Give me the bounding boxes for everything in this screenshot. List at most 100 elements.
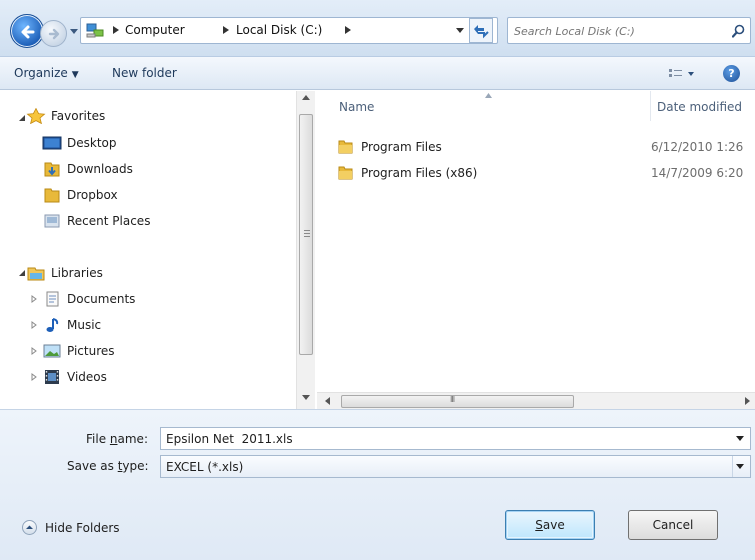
organize-button[interactable]: Organize ▼ [14, 66, 79, 80]
back-arrow-icon [21, 25, 35, 39]
file-list: Name Date modified Program Files 6/12/20… [317, 91, 755, 392]
file-name-label: File name: [86, 432, 148, 446]
column-divider[interactable] [650, 91, 651, 121]
breadcrumb-separator-icon[interactable] [223, 26, 229, 34]
grip-icon [304, 230, 310, 239]
nav-libraries[interactable]: Libraries [26, 263, 103, 283]
nav-favorites[interactable]: Favorites [26, 106, 105, 126]
file-row[interactable]: Program Files 6/12/2010 1:26 [335, 137, 755, 157]
save-as-type-value: EXCEL (*.xls) [166, 460, 244, 474]
label-text: File [86, 432, 110, 446]
breadcrumb-computer[interactable]: Computer [125, 23, 185, 37]
hide-folders-toggle[interactable]: Hide Folders [22, 520, 120, 535]
label-text: ame: [117, 432, 148, 446]
refresh-icon[interactable] [469, 18, 493, 43]
nav-item-label: Dropbox [67, 188, 118, 202]
collapsed-arrow-icon[interactable] [30, 295, 38, 303]
label-text: Save as [67, 459, 118, 473]
breadcrumb-separator-icon[interactable] [345, 26, 351, 34]
file-list-horizontal-scrollbar[interactable]: III [317, 392, 755, 409]
back-button[interactable] [10, 14, 44, 48]
forward-arrow-icon [48, 28, 60, 40]
libraries-icon [27, 267, 45, 281]
label-accelerator: n [109, 432, 118, 446]
file-name-combo[interactable] [160, 427, 751, 450]
save-label: ave [542, 518, 565, 532]
file-name: Program Files (x86) [361, 166, 478, 180]
recent-pages-dropdown-icon[interactable] [70, 27, 78, 35]
chevron-down-icon[interactable] [736, 464, 744, 469]
file-date: 6/12/2010 1:26 [651, 140, 744, 154]
search-icon[interactable] [732, 24, 745, 38]
expanded-arrow-icon[interactable] [18, 269, 26, 277]
nav-favorites-label: Favorites [51, 109, 106, 123]
collapsed-arrow-icon[interactable] [30, 373, 38, 381]
nav-item-desktop[interactable]: Desktop [42, 133, 117, 153]
column-header-name[interactable]: Name [339, 100, 374, 114]
save-options-panel: File name: Save as type: EXCEL (*.xls) H… [0, 409, 755, 560]
breadcrumb-separator-icon[interactable] [113, 26, 119, 34]
nav-item-label: Recent Places [67, 214, 151, 228]
sort-ascending-icon [485, 93, 492, 98]
scrollbar-thumb[interactable]: III [341, 395, 574, 408]
save-as-type-select[interactable]: EXCEL (*.xls) [160, 455, 751, 478]
nav-item-documents[interactable]: Documents [42, 289, 135, 309]
navigation-pane: Favorites Desktop Downloads Dropbox Rece… [0, 91, 316, 409]
scroll-down-icon[interactable] [302, 395, 310, 401]
file-name: Program Files [361, 140, 442, 154]
nav-item-music[interactable]: Music [42, 315, 101, 335]
collapsed-arrow-icon[interactable] [30, 347, 38, 355]
chevron-down-icon[interactable] [736, 436, 744, 441]
forward-button[interactable] [40, 20, 67, 47]
recent-places-icon [44, 214, 60, 228]
organize-label: Organize [14, 66, 68, 80]
nav-item-recent-places[interactable]: Recent Places [42, 211, 150, 231]
file-date: 14/7/2009 6:20 [651, 166, 744, 180]
command-toolbar: Organize ▼ New folder ? [0, 57, 755, 90]
scroll-right-icon[interactable] [745, 397, 751, 405]
desktop-icon [42, 136, 62, 150]
expanded-arrow-icon[interactable] [18, 114, 26, 122]
nav-item-label: Videos [67, 370, 107, 384]
nav-item-pictures[interactable]: Pictures [42, 341, 115, 361]
save-button[interactable]: Save [505, 510, 595, 540]
grip-icon: III [450, 395, 455, 404]
address-bar: Computer Local Disk (C:) [0, 0, 755, 57]
folder-icon [44, 188, 60, 203]
cancel-button[interactable]: Cancel [628, 510, 718, 540]
change-view-icon[interactable] [668, 66, 698, 82]
breadcrumb-local-disk[interactable]: Local Disk (C:) [236, 23, 322, 37]
star-icon [26, 108, 46, 124]
nav-item-label: Desktop [67, 136, 117, 150]
collapsed-arrow-icon[interactable] [30, 321, 38, 329]
address-box[interactable]: Computer Local Disk (C:) [80, 17, 498, 44]
file-name-field[interactable] [166, 431, 706, 446]
nav-item-videos[interactable]: Videos [42, 367, 107, 387]
nav-item-downloads[interactable]: Downloads [42, 159, 133, 179]
videos-icon [45, 370, 59, 384]
address-history-dropdown-icon[interactable] [456, 28, 464, 34]
label-text: ype: [122, 459, 149, 473]
nav-item-label: Pictures [67, 344, 115, 358]
folder-icon [338, 166, 353, 180]
search-box[interactable] [507, 17, 751, 44]
nav-item-label: Downloads [67, 162, 133, 176]
computer-icon [86, 23, 104, 38]
hide-folders-label: Hide Folders [45, 520, 120, 535]
help-button[interactable]: ? [723, 65, 740, 82]
scrollbar-thumb[interactable] [299, 114, 313, 355]
scroll-left-icon[interactable] [325, 397, 331, 405]
music-note-icon [46, 318, 59, 332]
nav-item-label: Documents [67, 292, 136, 306]
nav-item-dropbox[interactable]: Dropbox [42, 185, 118, 205]
chevron-down-icon: ▼ [71, 70, 79, 80]
save-as-type-label: Save as type: [67, 459, 149, 473]
documents-icon [46, 291, 59, 307]
nav-libraries-label: Libraries [51, 266, 103, 280]
search-input[interactable] [514, 22, 719, 40]
column-header-date-modified[interactable]: Date modified [657, 100, 742, 114]
navigation-vertical-scrollbar[interactable] [296, 91, 315, 409]
file-row[interactable]: Program Files (x86) 14/7/2009 6:20 [335, 163, 755, 183]
scroll-up-icon[interactable] [302, 95, 310, 101]
new-folder-button[interactable]: New folder [112, 66, 177, 80]
